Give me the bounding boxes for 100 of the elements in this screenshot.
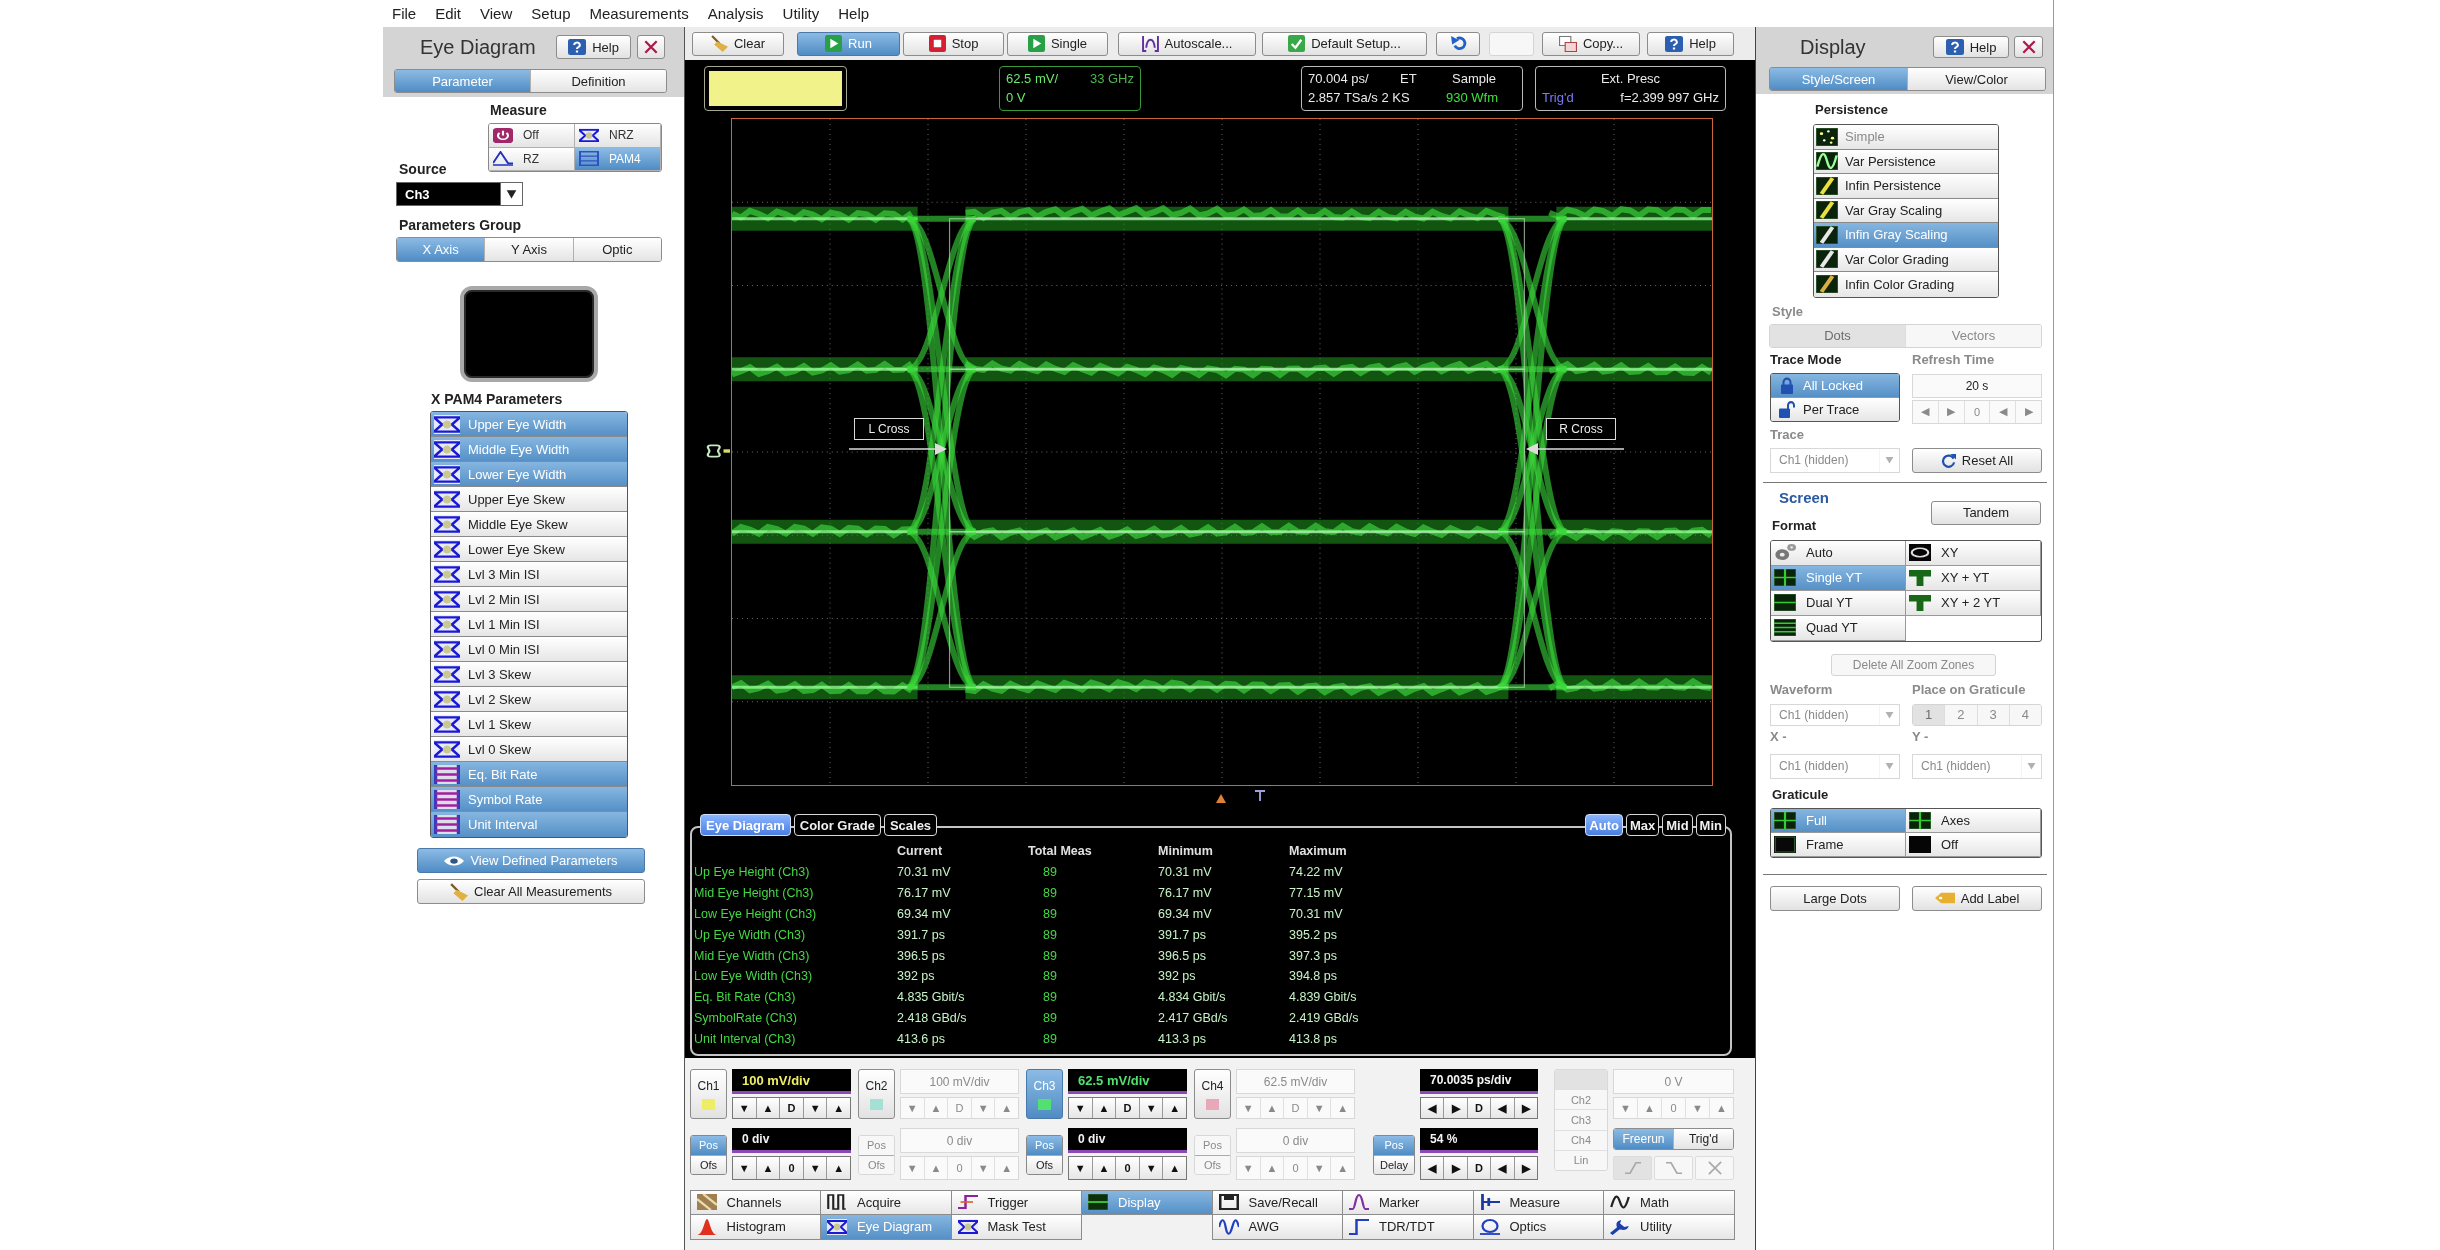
help-button[interactable]: Help [1933, 36, 2009, 58]
step-button[interactable]: ▼ [802, 1157, 827, 1179]
parameter-item[interactable]: Lvl 1 Min ISI [431, 612, 627, 637]
nav-button[interactable]: Optics [1472, 1214, 1604, 1240]
step-button[interactable]: ▼ [733, 1157, 756, 1179]
close-button[interactable] [2014, 36, 2043, 58]
format-option[interactable]: XY [1906, 540, 2041, 566]
nav-button[interactable]: Acquire [820, 1189, 952, 1215]
persistence-item[interactable]: Var Color Grading [1814, 247, 1998, 272]
parameter-item[interactable]: Lvl 2 Min ISI [431, 587, 627, 612]
persistence-item[interactable]: Infin Persistence [1814, 174, 1998, 199]
format-option[interactable]: Auto [1771, 540, 1906, 566]
graticule-option[interactable]: Axes [1906, 808, 2041, 833]
step-button[interactable]: D [1466, 1098, 1491, 1118]
menu-item[interactable]: Help [838, 5, 870, 22]
step-button[interactable]: ▲ [755, 1157, 780, 1179]
step-button[interactable]: ▼ [1138, 1098, 1163, 1118]
nav-button[interactable]: Utility [1603, 1214, 1735, 1240]
step-button[interactable]: ▶ [1513, 1098, 1538, 1118]
persistence-item[interactable]: Var Persistence [1814, 149, 1998, 174]
parameter-item[interactable]: Lvl 1 Skew [431, 712, 627, 737]
persistence-item[interactable]: Infin Color Grading [1814, 272, 1998, 297]
toolbar-button[interactable]: Default Setup... [1262, 31, 1427, 56]
toolbar-button[interactable]: Autoscale... [1118, 31, 1256, 56]
graticule-option[interactable]: Frame [1771, 832, 1906, 857]
step-button[interactable]: ▼ [1069, 1157, 1092, 1179]
measurement-tab[interactable]: Color Grade [793, 814, 881, 836]
source-dropdown[interactable]: Ch3 [396, 182, 523, 206]
help-button[interactable]: Help [556, 35, 631, 59]
step-button[interactable]: 0 [779, 1157, 803, 1179]
measurement-mode-button[interactable]: Max [1625, 814, 1660, 836]
position-field[interactable]: 54 % [1420, 1128, 1538, 1153]
measure-mode-button[interactable]: RZ [489, 147, 575, 171]
nav-button[interactable]: Measure [1472, 1189, 1604, 1215]
step-button[interactable]: D [1115, 1098, 1139, 1118]
parameter-item[interactable]: Lvl 3 Min ISI [431, 562, 627, 587]
clear-measurements-button[interactable]: Clear All Measurements [417, 879, 645, 904]
timebase-field[interactable]: 70.0035 ps/div [1420, 1069, 1538, 1094]
step-button[interactable]: ◀ [1490, 1157, 1514, 1179]
group-button[interactable]: Y Axis [484, 238, 573, 261]
toolbar-button[interactable]: Clear [692, 31, 784, 56]
offset-field[interactable]: 0 div [732, 1128, 851, 1153]
menu-item[interactable]: Measurements [589, 5, 689, 22]
nav-button[interactable]: Trigger [950, 1189, 1082, 1215]
step-button[interactable]: D [1466, 1157, 1491, 1179]
menu-item[interactable]: Utility [782, 5, 820, 22]
step-button[interactable]: ▲ [1162, 1098, 1186, 1118]
parameter-item[interactable]: Upper Eye Skew [431, 487, 627, 512]
toolbar-button[interactable]: Single [1007, 31, 1108, 56]
format-option[interactable]: Dual YT [1771, 590, 1906, 616]
step-button[interactable]: ▼ [802, 1098, 827, 1118]
measurement-tab[interactable]: Scales [883, 814, 938, 836]
nav-button[interactable]: Save/Recall [1211, 1189, 1343, 1215]
measure-mode-button[interactable]: Off [489, 124, 575, 148]
group-button[interactable]: Optic [572, 238, 661, 261]
marker-arrow[interactable] [849, 443, 947, 455]
step-button[interactable]: ▶ [1513, 1157, 1538, 1179]
format-option[interactable]: Quad YT [1771, 615, 1906, 641]
nav-button[interactable]: Math [1603, 1189, 1735, 1215]
marker-label[interactable]: L Cross [854, 418, 924, 440]
parameter-item[interactable]: Lvl 3 Skew [431, 662, 627, 687]
undo-button[interactable] [1436, 31, 1480, 56]
marker-arrow[interactable] [1526, 443, 1624, 455]
format-option[interactable]: XY + 2 YT [1906, 590, 2041, 616]
menu-item[interactable]: Edit [435, 5, 462, 22]
step-button[interactable]: 0 [1115, 1157, 1139, 1179]
nav-button[interactable]: Channels [689, 1189, 821, 1215]
step-button[interactable]: ▶ [1443, 1157, 1467, 1179]
scale-field[interactable]: 100 mV/div [732, 1069, 851, 1091]
step-button[interactable]: ▲ [826, 1098, 850, 1118]
position-mode-button[interactable]: Delay [1374, 1154, 1414, 1174]
reset-all-button[interactable]: Reset All [1912, 447, 2042, 473]
graticule-option[interactable]: Off [1906, 832, 2041, 857]
large-dots-button[interactable]: Large Dots [1770, 885, 1900, 911]
step-button[interactable]: ▼ [1138, 1157, 1163, 1179]
channel-button[interactable]: Ch1 [690, 1069, 727, 1119]
menu-item[interactable]: Setup [531, 5, 571, 22]
step-button[interactable]: ▶ [1443, 1098, 1467, 1118]
copy-button[interactable]: Copy... [1542, 31, 1640, 56]
menu-item[interactable]: File [392, 5, 417, 22]
nav-button[interactable]: TDR/TDT [1342, 1214, 1474, 1240]
parameter-item[interactable]: Lvl 2 Skew [431, 687, 627, 712]
nav-button[interactable]: Mask Test [950, 1214, 1082, 1240]
step-button[interactable]: ▲ [1162, 1157, 1186, 1179]
measurement-mode-button[interactable]: Min [1695, 814, 1726, 836]
tandem-button[interactable]: Tandem [1931, 500, 2041, 525]
step-button[interactable]: ▲ [1091, 1157, 1116, 1179]
help-button[interactable]: Help [1647, 31, 1734, 56]
step-button[interactable]: ▲ [755, 1098, 780, 1118]
menu-item[interactable]: Analysis [707, 5, 764, 22]
nav-button[interactable]: Marker [1342, 1189, 1474, 1215]
step-button[interactable]: ▲ [1091, 1098, 1116, 1118]
step-button[interactable]: ▲ [826, 1157, 850, 1179]
scale-field[interactable]: 62.5 mV/div [1068, 1069, 1187, 1091]
parameter-item[interactable]: Lvl 0 Min ISI [431, 637, 627, 662]
trace-mode-button[interactable]: Per Trace [1771, 396, 1899, 421]
panel-tab[interactable]: Definition [530, 70, 666, 92]
add-label-button[interactable]: Add Label [1912, 885, 2042, 911]
measurement-mode-button[interactable]: Mid [1662, 814, 1693, 836]
toolbar-button[interactable]: Stop [903, 31, 1004, 56]
